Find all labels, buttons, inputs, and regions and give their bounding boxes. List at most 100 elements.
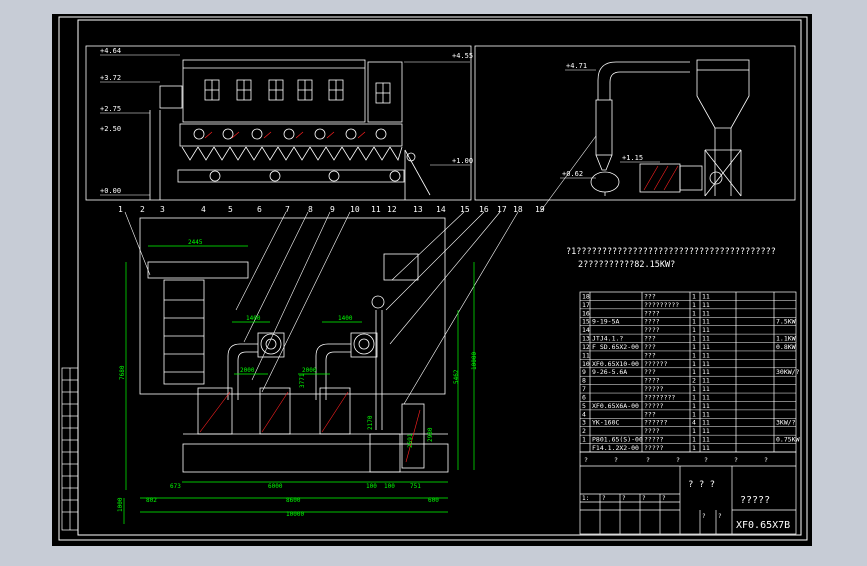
elevation-label: +2.75 — [100, 105, 121, 113]
title-block-cell: ? — [718, 513, 722, 520]
bom-cell-no: 4 — [582, 410, 586, 418]
bom-cell-name: ??? — [644, 368, 656, 376]
bom-cell-code: YK-160C — [592, 419, 619, 427]
dimension-label: 802 — [146, 497, 157, 504]
bom-cell-qty: 1 — [692, 393, 696, 401]
dimension-label: 2445 — [188, 239, 203, 246]
dimension-label: 10000 — [471, 352, 478, 370]
bom-cell-unit: 11 — [702, 402, 710, 410]
bom-cell-no: 14 — [582, 326, 590, 334]
bom-cell-qty: 1 — [692, 436, 696, 444]
bom-cell-note: 1.1KW — [776, 335, 796, 343]
bom-cell-name: ??? — [644, 351, 656, 359]
bom-cell-qty: 1 — [692, 360, 696, 368]
dimension-label: 10000 — [286, 511, 304, 518]
bom-cell-code: JTJ4.1.? — [592, 335, 623, 343]
dimension-label: 100 — [384, 483, 395, 490]
dimension-label: 600 — [428, 497, 439, 504]
elevation-label: +2.50 — [100, 125, 121, 133]
bom-cell-qty: 1 — [692, 351, 696, 359]
title-block-project: ? ? ? — [688, 480, 715, 490]
bom-cell-code: F14.1.2X2-00 — [592, 444, 639, 452]
callout-number: 13 — [413, 205, 423, 214]
dimension-label: 673 — [170, 483, 181, 490]
cad-drawing[interactable]: +4.64 +3.72 +2.75 +2.50 +0.00 +4.55 +1.00 +4.71… — [0, 0, 867, 562]
elevation-label: +1.00 — [452, 157, 473, 165]
bom-cell-name: ???? — [644, 309, 660, 317]
bom-cell-no: 11 — [582, 351, 590, 359]
callout-number: 10 — [350, 205, 360, 214]
bom-cell-code: XF0.65X6A-00 — [592, 402, 639, 410]
bom-cell-qty: 1 — [692, 444, 696, 452]
dimension-label: 2691 — [407, 433, 414, 448]
bom-cell-no: 2 — [582, 427, 586, 435]
callout-number: 4 — [201, 205, 206, 214]
bom-footer-cell: ? — [734, 456, 738, 464]
bom-cell-unit: 11 — [702, 377, 710, 385]
bom-cell-no: 1 — [582, 436, 586, 444]
title-block-name: ????? — [740, 495, 770, 506]
dimension-label: 7680 — [119, 365, 126, 380]
bom-cell-no: 10 — [582, 360, 590, 368]
bom-cell-no: 18 — [582, 292, 590, 300]
dimension-label: 6000 — [268, 483, 283, 490]
title-block-cell: ? — [602, 495, 606, 502]
bom-cell-qty: 4 — [692, 419, 696, 427]
bom-cell-name: ???? — [644, 318, 660, 326]
bom-cell-unit: 11 — [702, 444, 710, 452]
title-block-cell: ? — [662, 495, 666, 502]
bom-cell-qty: 1 — [692, 301, 696, 309]
bom-cell-no: 17 — [582, 301, 590, 309]
bom-cell-name: ??? — [644, 335, 656, 343]
bom-cell-code: P801.65(S)-00 — [592, 436, 643, 444]
callout-number: 11 — [371, 205, 381, 214]
callout-number: 14 — [436, 205, 446, 214]
dimension-label: 3771 — [299, 373, 306, 388]
bom-cell-name: ??? — [644, 292, 656, 300]
bom-cell-no: 16 — [582, 309, 590, 317]
dimension-label: 2000 — [240, 367, 255, 374]
bom-cell-unit: 11 — [702, 427, 710, 435]
bom-cell-unit: 11 — [702, 368, 710, 376]
bom-cell-no: 15 — [582, 318, 590, 326]
dimension-label: 2170 — [367, 415, 374, 430]
dimension-label: 1400 — [246, 315, 261, 322]
bom-cell-note: 30KW/? — [776, 368, 800, 376]
bom-cell-name: ?????? — [644, 360, 668, 368]
bom-cell-no: 9 — [582, 368, 586, 376]
bom-cell-unit: 11 — [702, 335, 710, 343]
bom-cell-qty: 1 — [692, 292, 696, 300]
title-block-cell: ? — [702, 513, 706, 520]
callout-number: 19 — [535, 205, 545, 214]
bom-cell-code: F SD.65X2-00 — [592, 343, 639, 351]
dimension-label: 2000 — [302, 367, 317, 374]
bom-cell-name: ????? — [644, 436, 664, 444]
title-block-cell: ? — [642, 495, 646, 502]
bom-cell-no: 13 — [582, 335, 590, 343]
bom-cell-qty: 1 — [692, 385, 696, 393]
bom-cell-no: 3 — [582, 419, 586, 427]
bom-cell-unit: 11 — [702, 393, 710, 401]
bom-cell-name: ???????? — [644, 393, 675, 401]
elevation-label: +0.62 — [562, 170, 583, 178]
dimension-label: 751 — [410, 483, 421, 490]
bom-cell-unit: 11 — [702, 326, 710, 334]
bom-cell-qty: 1 — [692, 427, 696, 435]
callout-number: 3 — [160, 205, 165, 214]
bom-cell-unit: 11 — [702, 309, 710, 317]
bom-cell-unit: 11 — [702, 385, 710, 393]
bom-cell-note: 3KW/? — [776, 419, 796, 427]
title-block-cell: 1: — [582, 495, 589, 502]
bom-footer-cell: ? — [614, 456, 618, 464]
callout-number: 9 — [330, 205, 335, 214]
dimension-label: 1000 — [117, 497, 124, 512]
bom-cell-unit: 11 — [702, 292, 710, 300]
bom-cell-note: 0.75KW — [776, 436, 800, 444]
bom-cell-note: 7.5KW — [776, 318, 796, 326]
elevation-label: +1.15 — [622, 154, 643, 162]
bom-cell-qty: 1 — [692, 343, 696, 351]
cad-drawing-viewport[interactable]: +4.64 +3.72 +2.75 +2.50 +0.00 +4.55 +1.00 +4.71… — [0, 0, 867, 562]
bom-cell-name: ???? — [644, 326, 660, 334]
bom-cell-qty: 1 — [692, 309, 696, 317]
bom-cell-unit: 11 — [702, 301, 710, 309]
